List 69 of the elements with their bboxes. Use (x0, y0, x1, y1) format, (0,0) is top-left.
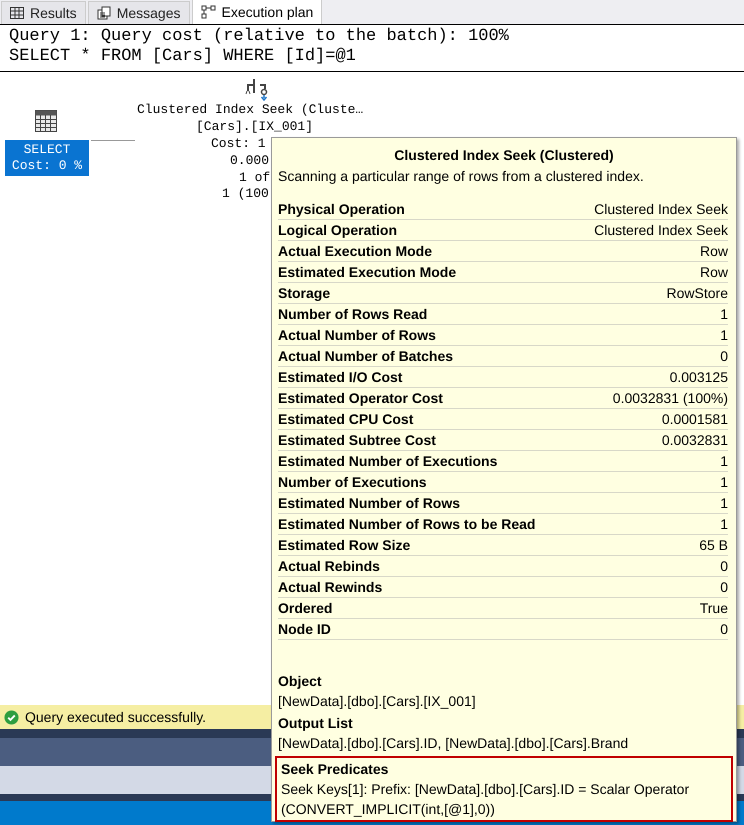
property-name: Estimated Number of Executions (278, 452, 498, 470)
property-name: Actual Execution Mode (278, 242, 432, 260)
property-value: 1 (720, 494, 728, 512)
plan-icon (200, 5, 216, 19)
grid-icon (10, 7, 24, 19)
property-value: 0.0032831 (662, 430, 728, 450)
section-heading: Seek Predicates (281, 760, 390, 779)
property-value: 1 (720, 514, 728, 534)
status-text: Query executed successfully. (25, 708, 206, 727)
sql-statement: SELECT * FROM [Cars] WHERE [Id]=@1 (9, 47, 357, 67)
tab[interactable]: Messages (88, 1, 190, 24)
property-value: Row (700, 242, 728, 260)
property-name: Logical Operation (278, 220, 398, 240)
tooltip-title: Clustered Index Seek (Clustered) (393, 146, 615, 164)
seek-node-label: Clustered Index Seek (Cluste… (137, 102, 364, 117)
property-name: Storage (278, 284, 330, 303)
property-value: 1 (720, 304, 728, 324)
property-value: 1 (720, 452, 728, 470)
property-name: Actual Rebinds (278, 556, 380, 576)
property-value: Clustered Index Seek (594, 200, 728, 218)
property-value: True (700, 598, 728, 618)
property-value: 0 (720, 346, 728, 366)
property-value: Row (700, 262, 728, 282)
property-value: 0.0001581 (662, 410, 728, 428)
property-name: Actual Number of Rows (278, 326, 436, 344)
seek-node-label: [Cars].[IX_001] (196, 119, 314, 134)
property-value: Clustered Index Seek (594, 220, 728, 240)
property-name: Estimated Subtree Cost (278, 430, 436, 450)
tab[interactable]: Results (1, 1, 86, 24)
property-name: Estimated I/O Cost (278, 368, 402, 386)
property-name: Physical Operation (278, 200, 405, 219)
section-heading: Output List (278, 714, 354, 733)
document-icon (96, 6, 111, 20)
property-name: Estimated Number of Rows (278, 494, 460, 512)
tab[interactable]: Execution plan (192, 0, 322, 24)
property-name: Estimated Number of Rows to be Read (278, 514, 536, 534)
tooltip-description: Scanning a particular range of rows from a clustered index. (278, 167, 645, 185)
index-seek-icon (245, 77, 269, 101)
select-node[interactable]: SELECT Cost: 0 % (5, 140, 89, 176)
property-name: Number of Rows Read (278, 304, 428, 324)
result-grid-icon (35, 110, 57, 132)
property-value: 0 (720, 620, 728, 638)
property-name: Ordered (278, 598, 332, 618)
property-value: 1 (720, 472, 728, 492)
section-text: [NewData].[dbo].[Cars].ID, [NewData].[dbo].[Cars].Brand (278, 734, 630, 753)
property-value: RowStore (666, 284, 728, 302)
property-name: Estimated CPU Cost (278, 410, 414, 428)
seek-node-label: 1 of (239, 170, 270, 185)
seek-node-label: Cost: 1 (211, 136, 266, 151)
property-name: Estimated Row Size (278, 536, 410, 554)
property-value: 0.003125 (670, 368, 728, 386)
property-value: 0 (720, 556, 728, 576)
property-name: Node ID (278, 620, 331, 638)
property-name: Actual Number of Batches (278, 346, 454, 366)
query-cost-line: Query 1: Query cost (relative to the batch): 100% (9, 27, 510, 47)
property-name: Number of Executions (278, 472, 427, 492)
property-name: Actual Rewinds (278, 578, 382, 596)
seek-node-label: 0.000 (230, 153, 270, 168)
section-text: [NewData].[dbo].[Cars].[IX_001] (278, 692, 477, 711)
property-name: Estimated Operator Cost (278, 388, 443, 408)
property-value: 0 (720, 578, 728, 596)
seek-node-label: 1 (100 (222, 186, 269, 201)
section-heading: Object (278, 672, 323, 691)
property-value: 65 B (699, 536, 728, 554)
property-name: Estimated Execution Mode (278, 262, 456, 282)
section-text: Seek Keys[1]: Prefix: [NewData].[dbo].[Cars].ID = Scalar Operator (CONVERT_IMPLICIT(int,[@1],0)) (281, 780, 690, 819)
connector-line (91, 140, 135, 141)
property-value: 1 (720, 326, 728, 344)
property-value: 0.0032831 (100%) (612, 388, 728, 408)
